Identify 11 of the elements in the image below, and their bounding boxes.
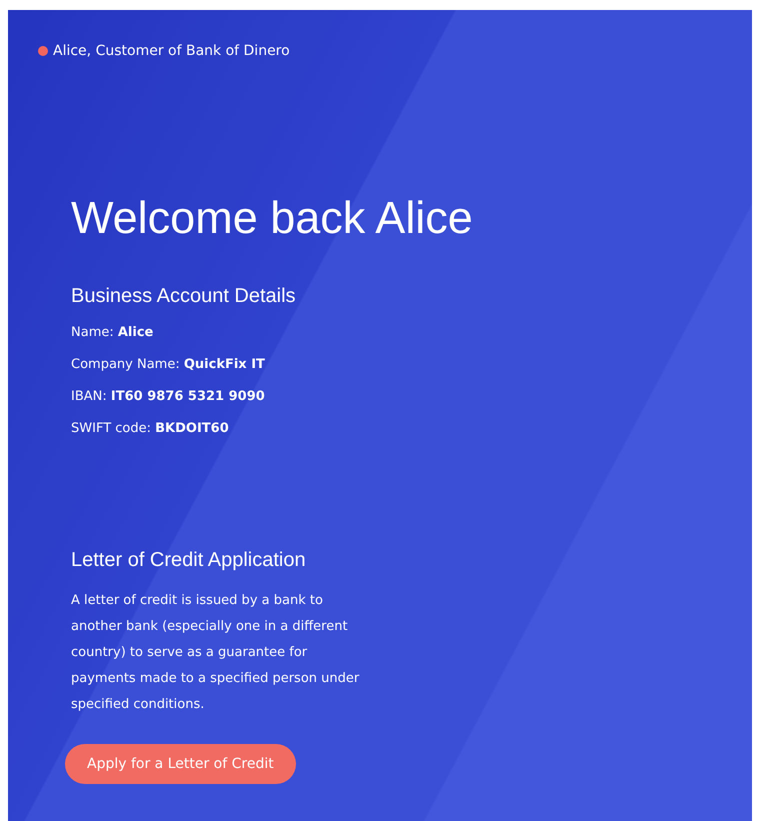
apply-button[interactable]: Apply for a Letter of Credit xyxy=(65,744,296,784)
account-detail: Company Name: QuickFix IT xyxy=(71,356,266,374)
account-detail: IBAN: IT60 9876 5321 9090 xyxy=(71,388,266,406)
status-dot-icon xyxy=(38,46,48,56)
account-detail: Name: Alice xyxy=(71,324,154,342)
account-detail: SWIFT code: BKDOIT60 xyxy=(71,420,230,438)
welcome-title: Welcome back Alice xyxy=(71,191,474,245)
section-heading: Letter of Credit Application xyxy=(71,548,307,573)
section-heading: Business Account Details xyxy=(71,284,297,309)
user-label: Alice, Customer of Bank of Dinero xyxy=(53,42,290,60)
description-text: A letter of credit is issued by a bank to another bank (especially one in a different country) to serve as a guarantee for payments made to a specified person under specified conditions. xyxy=(71,592,360,714)
